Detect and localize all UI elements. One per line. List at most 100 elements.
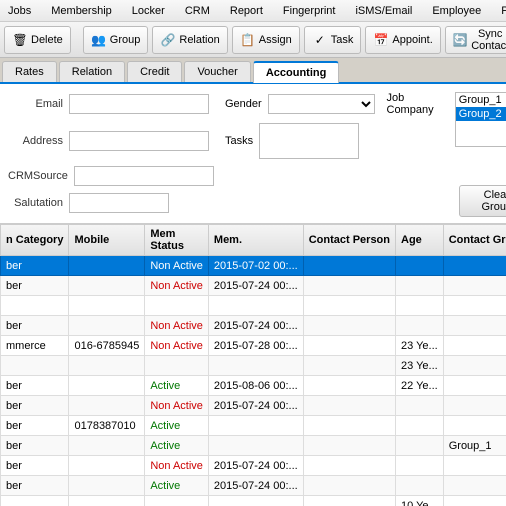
cell-mobile — [69, 296, 145, 316]
gender-label: Gender — [225, 98, 262, 110]
table-row[interactable]: ber Non Active 2015-07-24 00:... — [1, 396, 506, 416]
cell-category — [1, 356, 69, 376]
cell-mobile: 016-6785945 — [69, 336, 145, 356]
cell-age — [396, 436, 444, 456]
group-list-item[interactable]: Group_1 — [456, 93, 506, 107]
table-row[interactable]: ber Non Active 2015-07-24 00:... — [1, 316, 506, 336]
clear-group-button[interactable]: Clear Group — [459, 185, 506, 217]
cell-contact-group — [443, 296, 506, 316]
appoint-icon: 📅 — [373, 32, 389, 48]
address-input[interactable] — [69, 131, 209, 151]
cell-age — [396, 396, 444, 416]
cell-category — [1, 296, 69, 316]
table-row[interactable]: mmerce 016-6785945 Non Active 2015-07-28… — [1, 336, 506, 356]
cell-mem-status: Non Active — [145, 336, 209, 356]
menu-item-isms/email[interactable]: iSMS/Email — [351, 3, 416, 19]
toolbar-btn-appoint[interactable]: 📅Appoint. — [365, 26, 440, 54]
cell-category: ber — [1, 396, 69, 416]
cell-contact-person — [303, 396, 395, 416]
toolbar-btn-task[interactable]: ✓Task — [304, 26, 362, 54]
cell-mem-date — [208, 296, 303, 316]
salutation-input[interactable] — [69, 193, 169, 213]
tab-voucher[interactable]: Voucher — [184, 61, 250, 82]
cell-mem-status: Non Active — [145, 276, 209, 296]
cell-mobile — [69, 256, 145, 276]
cell-mem-date: 2015-07-28 00:... — [208, 336, 303, 356]
cell-age: 23 Ye... — [396, 356, 444, 376]
cell-mobile — [69, 356, 145, 376]
tab-accounting[interactable]: Accounting — [253, 61, 340, 83]
cell-age — [396, 256, 444, 276]
menu-item-jobs[interactable]: Jobs — [4, 3, 35, 19]
tabs-bar: RatesRelationCreditVoucherAccounting — [0, 58, 506, 84]
cell-contact-group — [443, 416, 506, 436]
cell-contact-group — [443, 396, 506, 416]
group-list-item[interactable]: Group_2 — [456, 107, 506, 121]
toolbar-btn-label: Relation — [179, 34, 219, 46]
toolbar-btn-label: Task — [331, 34, 354, 46]
salutation-label: Salutation — [8, 197, 63, 209]
cell-contact-person — [303, 496, 395, 506]
cell-contact-group — [443, 316, 506, 336]
cell-mem-status: Non Active — [145, 316, 209, 336]
group-icon: 👥 — [91, 32, 107, 48]
col-contact-person: Contact Person — [303, 225, 395, 256]
cell-contact-group — [443, 496, 506, 506]
tasks-input[interactable] — [259, 123, 359, 159]
email-input[interactable] — [69, 94, 209, 114]
table-row[interactable]: ber 0178387010 Active — [1, 416, 506, 436]
toolbar-btn-assign[interactable]: 📋Assign — [232, 26, 300, 54]
table-row[interactable]: ber Non Active 2015-07-24 00:... — [1, 456, 506, 476]
col-category: n Category — [1, 225, 69, 256]
menu-item-employee[interactable]: Employee — [428, 3, 485, 19]
group-list: Group_1 Group_2 — [455, 92, 506, 147]
cell-age: 10 Ye... — [396, 496, 444, 506]
table-container: n Category Mobile MemStatus Mem. Contact… — [0, 224, 506, 506]
toolbar-btn-sync_contact[interactable]: 🔄Sync Contact — [445, 26, 506, 54]
menu-item-fingerprint[interactable]: Fingerprint — [279, 3, 340, 19]
table-row[interactable]: ber Non Active 2015-07-24 00:... — [1, 276, 506, 296]
col-age: Age — [396, 225, 444, 256]
cell-mem-date: 2015-07-24 00:... — [208, 316, 303, 336]
cell-contact-person — [303, 256, 395, 276]
tab-relation[interactable]: Relation — [59, 61, 125, 82]
cell-contact-person — [303, 436, 395, 456]
cell-age — [396, 476, 444, 496]
menu-item-crm[interactable]: CRM — [181, 3, 214, 19]
menu-item-membership[interactable]: Membership — [47, 3, 116, 19]
cell-mobile — [69, 316, 145, 336]
gender-select[interactable] — [268, 94, 375, 114]
toolbar-btn-delete[interactable]: 🗑Delete — [4, 26, 71, 54]
cell-contact-group — [443, 456, 506, 476]
menu-item-report[interactable]: Report — [226, 3, 267, 19]
menu-item-locker[interactable]: Locker — [128, 3, 169, 19]
cell-category: ber — [1, 416, 69, 436]
table-row[interactable]: ber Active 2015-07-24 00:... — [1, 476, 506, 496]
table-row[interactable]: ber Active 2015-08-06 00:... 22 Ye... — [1, 376, 506, 396]
cell-mobile — [69, 276, 145, 296]
menu-item-pos[interactable]: POS — [497, 3, 506, 19]
table-row[interactable] — [1, 296, 506, 316]
assign-icon: 📋 — [240, 32, 256, 48]
cell-age — [396, 416, 444, 436]
table-row[interactable]: 23 Ye... — [1, 356, 506, 376]
tab-credit[interactable]: Credit — [127, 61, 182, 82]
toolbar: 🗑Delete👥Group🔗Relation📋Assign✓Task📅Appoi… — [0, 22, 506, 58]
cell-mem-date — [208, 496, 303, 506]
table-row[interactable]: ber Non Active 2015-07-02 00:... — [1, 256, 506, 276]
sync_contact-icon: 🔄 — [453, 32, 468, 48]
cell-category — [1, 496, 69, 506]
relation-icon: 🔗 — [160, 32, 176, 48]
cell-mem-status: Active — [145, 436, 209, 456]
email-label: Email — [8, 98, 63, 110]
cell-mem-status: Non Active — [145, 456, 209, 476]
table-row[interactable]: ber Active Group_1 — [1, 436, 506, 456]
table-row[interactable]: 10 Ye... — [1, 496, 506, 506]
toolbar-btn-relation[interactable]: 🔗Relation — [152, 26, 227, 54]
crmsource-input[interactable] — [74, 166, 214, 186]
cell-mobile — [69, 456, 145, 476]
tab-rates[interactable]: Rates — [2, 61, 57, 82]
cell-category: mmerce — [1, 336, 69, 356]
toolbar-btn-group[interactable]: 👥Group — [83, 26, 149, 54]
cell-mem-status: Non Active — [145, 396, 209, 416]
